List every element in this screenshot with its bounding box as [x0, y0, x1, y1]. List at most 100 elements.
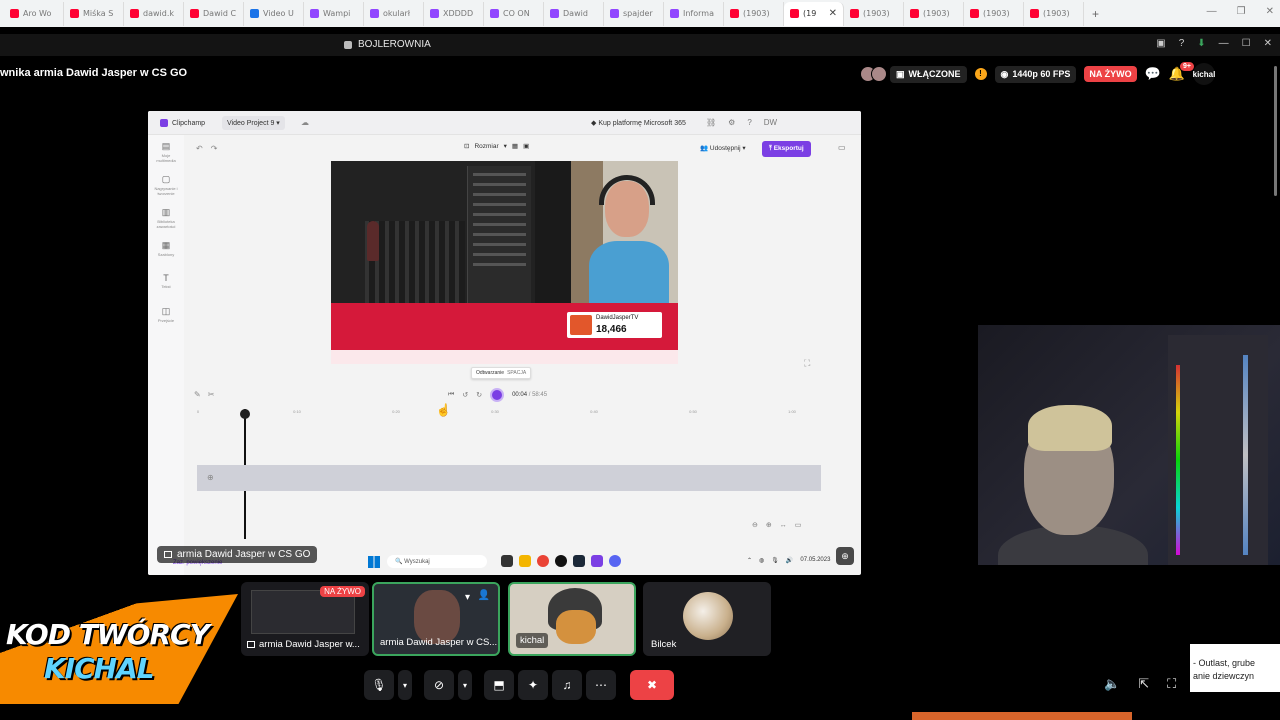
user-initials[interactable]: DW: [764, 118, 777, 127]
mic-options-chevron-icon[interactable]: ▾: [398, 670, 412, 700]
settings-icon[interactable]: ⚙: [728, 118, 735, 127]
sidebar-item[interactable]: ▢ Nagrywanie i tworzenie: [152, 174, 180, 196]
folder-icon[interactable]: [519, 555, 531, 567]
timeline-track[interactable]: ⊕: [197, 465, 821, 491]
minimize-icon[interactable]: —: [1207, 6, 1217, 17]
cloud-off-icon[interactable]: ☁: [301, 118, 309, 127]
add-user-icon[interactable]: 👤: [478, 590, 490, 601]
browser-tab[interactable]: dawid.k: [124, 1, 184, 26]
participant-tile[interactable]: Bilcek: [643, 582, 771, 656]
new-tab-icon[interactable]: +: [1084, 7, 1107, 21]
minimize-icon[interactable]: —: [1219, 38, 1229, 49]
skip-back-icon[interactable]: ⏮: [448, 391, 454, 399]
sidebar-item[interactable]: ▥ Biblioteka zawartości: [152, 207, 180, 229]
browser-tab[interactable]: Wampi: [304, 1, 364, 26]
participant-tile[interactable]: NA ŻYWO armia Dawid Jasper w...: [241, 582, 369, 656]
help-icon[interactable]: ?: [747, 118, 751, 127]
browser-tab[interactable]: (1903): [1024, 1, 1084, 26]
sidebar-item[interactable]: ▤ Moje multimedia: [152, 141, 180, 163]
sidebar-item[interactable]: ◫ Przejście: [152, 306, 180, 323]
obs-icon[interactable]: [555, 555, 567, 567]
camera-off-button[interactable]: ⊘: [424, 670, 454, 700]
microphone-button[interactable]: 🎙: [364, 670, 394, 700]
chevron-up-icon[interactable]: ⌃: [747, 557, 752, 564]
streamer-webcam[interactable]: [978, 325, 1280, 565]
fullscreen-icon[interactable]: ⛶: [804, 358, 810, 369]
sidebar-item[interactable]: T Tekst: [152, 273, 180, 289]
close-icon[interactable]: ✕: [1264, 38, 1272, 49]
download-icon[interactable]: ⬇: [1197, 38, 1205, 49]
export-button[interactable]: ⤒ Eksportuj: [762, 141, 811, 157]
close-icon[interactable]: ✕: [1266, 6, 1274, 17]
timeline-ruler[interactable]: 0 0:10 0:20 0:30 0:40 0:50 1:00: [196, 409, 796, 417]
video-preview[interactable]: DawidJasperTV 18,466: [331, 161, 678, 364]
help-icon[interactable]: ?: [1179, 38, 1185, 49]
browser-tab[interactable]: Informa: [664, 1, 724, 26]
crop-icon[interactable]: ▦: [512, 142, 518, 150]
warning-icon[interactable]: !: [974, 68, 987, 80]
windows-logo-icon[interactable]: [368, 556, 380, 568]
browser-tab[interactable]: Video U: [244, 1, 304, 26]
timeline-tools[interactable]: ✎✂: [194, 390, 221, 399]
browser-tab[interactable]: okularł: [364, 1, 424, 26]
browser-tab[interactable]: XDDDD: [424, 1, 484, 26]
forward-icon[interactable]: ↻: [476, 391, 482, 399]
browser-tab[interactable]: Dawid C: [184, 1, 244, 26]
viewer-avatars[interactable]: [860, 66, 887, 82]
fullscreen-icon[interactable]: ⛶: [1167, 676, 1176, 692]
clipchamp-icon[interactable]: [591, 555, 603, 567]
taskbar-search[interactable]: 🔍 Wyszukaj: [387, 555, 487, 568]
maximize-icon[interactable]: ☐: [1242, 38, 1251, 49]
inbox-icon[interactable]: ▣: [1156, 38, 1165, 49]
magic-icon[interactable]: ▣: [523, 142, 529, 150]
chevron-down-icon[interactable]: ▾: [465, 592, 470, 603]
project-dropdown[interactable]: Video Project 9 ▾: [222, 116, 285, 130]
steam-icon[interactable]: [573, 555, 585, 567]
mic-icon[interactable]: 🎙: [771, 557, 779, 564]
size-dropdown[interactable]: ⊡ Rozmiar ▾ ▦ ▣: [464, 142, 529, 151]
add-media-icon[interactable]: ⊕: [207, 473, 214, 482]
camera-options-chevron-icon[interactable]: ▾: [458, 670, 472, 700]
browser-tab[interactable]: Dawid: [544, 1, 604, 26]
browser-tab[interactable]: spajder: [604, 1, 664, 26]
zoom-icon[interactable]: ⊕: [836, 547, 854, 565]
browser-tab[interactable]: (1903): [844, 1, 904, 26]
sidebar-item[interactable]: ▦ Szablony: [152, 240, 180, 257]
scrollbar[interactable]: [1271, 56, 1280, 316]
bell-icon[interactable]: 🔔 9+: [1169, 62, 1194, 82]
browser-tab[interactable]: (1903): [724, 1, 784, 26]
participant-tile[interactable]: kichal: [508, 582, 636, 656]
participant-tile[interactable]: ▾ 👤 armia Dawid Jasper w CS...: [372, 582, 500, 656]
status-toggle[interactable]: ▣ WŁĄCZONE: [890, 65, 967, 83]
browser-tab[interactable]: Aro Wo: [4, 1, 64, 26]
activities-button[interactable]: ✦: [518, 670, 548, 700]
link-icon[interactable]: ⛓: [706, 118, 716, 127]
popout-icon[interactable]: ⇱: [1138, 676, 1149, 692]
side-video-card[interactable]: - Outlast, grube anie dziewczyn: [1190, 644, 1280, 692]
disconnect-button[interactable]: ✖: [630, 670, 674, 700]
play-button[interactable]: [490, 388, 505, 402]
captions-icon[interactable]: ▭: [838, 143, 846, 152]
shared-screen[interactable]: Clipchamp Video Project 9 ▾ ☁ ◆ Kup plat…: [148, 111, 861, 575]
quality-badge[interactable]: ◉ 1440p 60 FPS: [994, 65, 1077, 83]
app-icon[interactable]: [501, 555, 513, 567]
browser-tab[interactable]: CO ON: [484, 1, 544, 26]
browser-tab[interactable]: (19 ✕: [784, 1, 844, 26]
browser-tab[interactable]: (1903): [904, 1, 964, 26]
network-icon[interactable]: ◍: [759, 557, 764, 564]
undo-redo-icons[interactable]: ↶↷: [196, 144, 225, 153]
screen-share-button[interactable]: ⬒: [484, 670, 514, 700]
zoom-tools[interactable]: ⊖⊕↔▭: [752, 521, 809, 529]
chat-icon[interactable]: 💬: [1145, 66, 1161, 82]
close-tab-icon[interactable]: ✕: [829, 8, 837, 19]
soundboard-button[interactable]: ♫: [552, 670, 582, 700]
chrome-icon[interactable]: [537, 555, 549, 567]
buy-m365-link[interactable]: ◆ Kup platformę Microsoft 365: [591, 119, 686, 127]
restore-icon[interactable]: ❐: [1237, 6, 1246, 17]
volume-icon[interactable]: 🔈: [1104, 676, 1120, 692]
discord-icon[interactable]: [609, 555, 621, 567]
browser-tab[interactable]: (1903): [964, 1, 1024, 26]
volume-icon[interactable]: 🔊: [786, 557, 793, 564]
share-button[interactable]: 👥 Udostępnij ▾: [700, 144, 746, 152]
browser-tab[interactable]: Miśka S: [64, 1, 124, 26]
